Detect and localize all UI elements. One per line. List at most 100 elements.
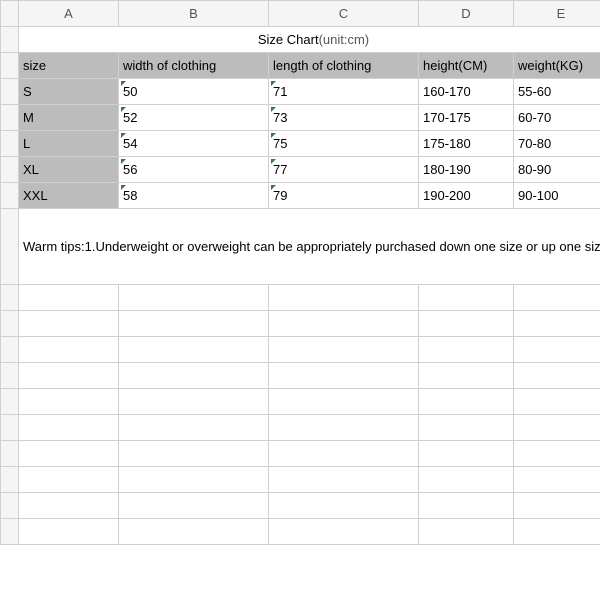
cell-width[interactable]: 54: [119, 131, 269, 157]
empty-cell[interactable]: [419, 493, 514, 519]
empty-cell[interactable]: [269, 467, 419, 493]
empty-cell[interactable]: [19, 415, 119, 441]
empty-cell[interactable]: [119, 519, 269, 545]
empty-cell[interactable]: [19, 467, 119, 493]
cell-width[interactable]: 58: [119, 183, 269, 209]
row-gutter[interactable]: [1, 209, 19, 285]
cell-size[interactable]: S: [19, 79, 119, 105]
empty-cell[interactable]: [269, 519, 419, 545]
cell-height[interactable]: 190-200: [419, 183, 514, 209]
col-header-E[interactable]: E: [514, 1, 600, 27]
cell-width[interactable]: 56: [119, 157, 269, 183]
row-gutter[interactable]: [1, 389, 19, 415]
empty-cell[interactable]: [19, 285, 119, 311]
row-gutter[interactable]: [1, 337, 19, 363]
corner-cell[interactable]: [1, 1, 19, 27]
empty-cell[interactable]: [419, 285, 514, 311]
cell-weight[interactable]: 80-90: [514, 157, 600, 183]
header-size[interactable]: size: [19, 53, 119, 79]
spreadsheet[interactable]: A B C D E Size Chart(unit:cm) size width…: [0, 0, 600, 545]
cell-length[interactable]: 75: [269, 131, 419, 157]
row-gutter[interactable]: [1, 53, 19, 79]
empty-cell[interactable]: [514, 415, 600, 441]
cell-size[interactable]: XXL: [19, 183, 119, 209]
empty-cell[interactable]: [514, 285, 600, 311]
row-gutter[interactable]: [1, 183, 19, 209]
cell-height[interactable]: 175-180: [419, 131, 514, 157]
cell-height[interactable]: 180-190: [419, 157, 514, 183]
empty-cell[interactable]: [419, 467, 514, 493]
empty-cell[interactable]: [419, 311, 514, 337]
cell-size[interactable]: XL: [19, 157, 119, 183]
row-gutter[interactable]: [1, 157, 19, 183]
row-gutter[interactable]: [1, 105, 19, 131]
col-header-C[interactable]: C: [269, 1, 419, 27]
empty-cell[interactable]: [119, 493, 269, 519]
row-gutter[interactable]: [1, 415, 19, 441]
cell-length[interactable]: 73: [269, 105, 419, 131]
col-header-A[interactable]: A: [19, 1, 119, 27]
row-gutter[interactable]: [1, 285, 19, 311]
empty-cell[interactable]: [419, 441, 514, 467]
empty-cell[interactable]: [119, 441, 269, 467]
cell-size[interactable]: L: [19, 131, 119, 157]
header-height[interactable]: height(CM): [419, 53, 514, 79]
empty-cell[interactable]: [119, 467, 269, 493]
empty-cell[interactable]: [419, 415, 514, 441]
cell-weight[interactable]: 60-70: [514, 105, 600, 131]
cell-weight[interactable]: 90-100: [514, 183, 600, 209]
empty-cell[interactable]: [419, 337, 514, 363]
cell-length[interactable]: 79: [269, 183, 419, 209]
cell-length[interactable]: 71: [269, 79, 419, 105]
cell-width[interactable]: 52: [119, 105, 269, 131]
cell-length[interactable]: 77: [269, 157, 419, 183]
empty-cell[interactable]: [19, 441, 119, 467]
empty-cell[interactable]: [269, 415, 419, 441]
cell-height[interactable]: 170-175: [419, 105, 514, 131]
empty-cell[interactable]: [269, 363, 419, 389]
col-header-D[interactable]: D: [419, 1, 514, 27]
col-header-B[interactable]: B: [119, 1, 269, 27]
empty-cell[interactable]: [269, 389, 419, 415]
empty-cell[interactable]: [19, 337, 119, 363]
empty-cell[interactable]: [269, 337, 419, 363]
empty-cell[interactable]: [119, 415, 269, 441]
row-gutter[interactable]: [1, 27, 19, 53]
header-width[interactable]: width of clothing: [119, 53, 269, 79]
empty-cell[interactable]: [514, 337, 600, 363]
cell-width[interactable]: 50: [119, 79, 269, 105]
title-cell[interactable]: Size Chart(unit:cm): [19, 27, 600, 53]
header-length[interactable]: length of clothing: [269, 53, 419, 79]
empty-cell[interactable]: [419, 519, 514, 545]
cell-size[interactable]: M: [19, 105, 119, 131]
empty-cell[interactable]: [19, 363, 119, 389]
empty-cell[interactable]: [19, 311, 119, 337]
empty-cell[interactable]: [19, 389, 119, 415]
empty-cell[interactable]: [514, 519, 600, 545]
row-gutter[interactable]: [1, 519, 19, 545]
tips-cell[interactable]: Warm tips:1.Underweight or overweight ca…: [19, 209, 600, 285]
empty-cell[interactable]: [514, 389, 600, 415]
row-gutter[interactable]: [1, 311, 19, 337]
row-gutter[interactable]: [1, 363, 19, 389]
empty-cell[interactable]: [19, 519, 119, 545]
empty-cell[interactable]: [514, 311, 600, 337]
cell-weight[interactable]: 55-60: [514, 79, 600, 105]
empty-cell[interactable]: [269, 285, 419, 311]
empty-cell[interactable]: [119, 363, 269, 389]
empty-cell[interactable]: [514, 467, 600, 493]
row-gutter[interactable]: [1, 79, 19, 105]
empty-cell[interactable]: [119, 337, 269, 363]
empty-cell[interactable]: [419, 363, 514, 389]
empty-cell[interactable]: [269, 311, 419, 337]
empty-cell[interactable]: [514, 363, 600, 389]
empty-cell[interactable]: [514, 493, 600, 519]
cell-weight[interactable]: 70-80: [514, 131, 600, 157]
row-gutter[interactable]: [1, 467, 19, 493]
empty-cell[interactable]: [269, 441, 419, 467]
empty-cell[interactable]: [119, 389, 269, 415]
empty-cell[interactable]: [514, 441, 600, 467]
cell-height[interactable]: 160-170: [419, 79, 514, 105]
empty-cell[interactable]: [269, 493, 419, 519]
row-gutter[interactable]: [1, 493, 19, 519]
